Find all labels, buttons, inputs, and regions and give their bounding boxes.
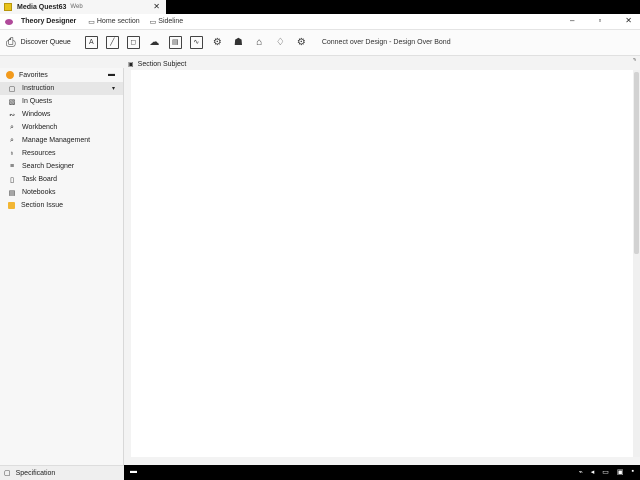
file-icon: ▢ xyxy=(8,85,16,93)
text-tool-icon[interactable]: A xyxy=(84,36,98,49)
sidebar-footer-label: Specification xyxy=(15,469,56,477)
close-window-icon[interactable]: ✕ xyxy=(625,16,632,25)
sidebar-item-section-issue[interactable]: Section Issue xyxy=(0,199,123,212)
spec-icon: ▢ xyxy=(4,470,11,477)
menu-item-label: Sideline xyxy=(158,18,184,25)
sidebar-item-label: In Quests xyxy=(22,98,52,105)
sidebar-item-label: Search Designer xyxy=(22,163,75,170)
settings-icon[interactable]: ⚙ xyxy=(295,36,308,49)
sidebar-item-label: Windows xyxy=(22,111,51,118)
main-pane-header: ▣ Section Subject ⌝ xyxy=(124,58,640,70)
toolbar: ⎙ Discover Queue A ╱ ◻ ☁ ▤ ∿ ⚙ ☗ ⌂ ♢ ⚙ C… xyxy=(0,30,640,56)
sidebar-item-workbench[interactable]: ⌕ Workbench xyxy=(0,121,123,134)
chevron-down-icon[interactable]: ▾ xyxy=(112,85,115,92)
volume-icon[interactable]: ◂ xyxy=(591,468,595,476)
line-tool-icon[interactable]: ╱ xyxy=(105,36,119,49)
main-pane-title: Section Subject xyxy=(137,60,187,68)
clipboard-icon[interactable]: ▤ xyxy=(168,36,182,49)
sidebar-item-label: Section Issue xyxy=(21,202,64,209)
pane-menu-icon[interactable]: ⌝ xyxy=(633,58,636,66)
menu-item-label: Home section xyxy=(96,18,140,25)
network-icon[interactable]: ⌁ xyxy=(579,468,583,476)
favorites-icon xyxy=(6,71,14,79)
vertical-scrollbar[interactable] xyxy=(633,70,640,457)
tab-subtitle: Web xyxy=(70,4,83,10)
sidebar-item-search-designer[interactable]: ≡ Search Designer xyxy=(0,160,123,173)
close-tab-icon[interactable]: ✕ xyxy=(153,2,160,11)
start-icon[interactable]: ▬ xyxy=(130,468,137,475)
window-icon: ▭ xyxy=(88,18,95,26)
user-icon[interactable]: ☗ xyxy=(232,36,245,49)
display-icon[interactable]: ▣ xyxy=(617,468,624,476)
sidebar-footer[interactable]: ▢ Specification xyxy=(0,465,124,480)
sidebar-item-label: Workbench xyxy=(22,124,58,131)
sidebar-item-resources[interactable]: ♁ Resources xyxy=(0,147,123,160)
main-content-area[interactable] xyxy=(131,70,633,457)
maximize-icon[interactable]: ▫ xyxy=(598,16,601,25)
wave-icon[interactable]: ∿ xyxy=(189,36,203,49)
discover-queue-label: Discover Queue xyxy=(20,39,71,46)
bars-icon: ≡ xyxy=(9,163,15,170)
window-icon: ▭ xyxy=(149,18,157,26)
folder-icon xyxy=(8,202,15,209)
sidebar-item-notebooks[interactable]: ▤ Notebooks xyxy=(0,186,123,199)
shape-tool-icon[interactable]: ◻ xyxy=(126,36,140,49)
app-menubar: Theory Designer ▭ Home section ▭ Sidelin… xyxy=(0,14,640,30)
system-tray: ⌁ ◂ ▭ ▣ ▪ xyxy=(579,468,634,476)
window-controls: – ▫ ✕ xyxy=(570,16,632,25)
link-icon: ∾ xyxy=(9,111,15,119)
doc-icon: ▯ xyxy=(10,176,14,184)
app-name: Theory Designer xyxy=(21,18,77,25)
image-icon: ▧ xyxy=(8,98,16,106)
tab-title: Media Quest63 xyxy=(17,3,67,11)
search-icon: ⌕ xyxy=(10,123,14,131)
bell-icon: ♁ xyxy=(9,150,15,157)
gear-badge-icon[interactable]: ⚙ xyxy=(211,36,224,49)
sidebar-header[interactable]: Favorites ▬ xyxy=(0,68,123,82)
search-icon: ⌕ xyxy=(10,136,14,144)
sidebar-item-in-quests[interactable]: ▧ In Quests xyxy=(0,95,123,108)
pane-icon: ▣ xyxy=(128,61,134,68)
menu-item-sideline[interactable]: ▭ Sideline xyxy=(150,18,184,26)
sidebar-item-label: Resources xyxy=(22,150,56,157)
title-bar: Media Quest63 Web ✕ xyxy=(0,0,640,14)
cloud-icon[interactable]: ☁ xyxy=(148,36,161,49)
sidebar-item-windows[interactable]: ∾ Windows xyxy=(0,108,123,121)
browser-tab[interactable]: Media Quest63 Web ✕ xyxy=(0,0,166,14)
minimize-icon[interactable]: – xyxy=(570,16,574,25)
sidebar-item-task-board[interactable]: ▯ Task Board xyxy=(0,173,123,186)
sidebar-item-label: Notebooks xyxy=(22,189,56,196)
sidebar: Favorites ▬ ▢ Instruction ▾ ▧ In Quests … xyxy=(0,68,124,465)
book-icon: ▤ xyxy=(8,189,16,197)
sidebar-item-instruction[interactable]: ▢ Instruction ▾ xyxy=(0,82,123,95)
menu-item-home[interactable]: ▭ Home section xyxy=(88,18,139,26)
sidebar-item-label: Task Board xyxy=(22,176,58,183)
tab-favicon-icon xyxy=(4,3,12,11)
sidebar-item-management[interactable]: ⌕ Manage Management xyxy=(0,134,123,147)
sidebar-item-label: Instruction xyxy=(22,85,55,92)
collapse-icon[interactable]: ▬ xyxy=(108,71,115,78)
toolbar-status-text: Connect over Design - Design Over Bond xyxy=(321,39,451,46)
bag-icon[interactable]: ♢ xyxy=(274,36,287,49)
scrollbar-thumb[interactable] xyxy=(634,72,639,254)
hat-icon[interactable]: ⌂ xyxy=(253,36,266,49)
notification-icon[interactable]: ▪ xyxy=(632,468,634,476)
app-logo-icon xyxy=(5,18,13,25)
printer-icon: ⎙ xyxy=(6,35,16,49)
taskbar: ▬ ⌁ ◂ ▭ ▣ ▪ xyxy=(124,465,640,480)
battery-icon[interactable]: ▭ xyxy=(602,468,609,476)
discover-queue-button[interactable]: ⎙ Discover Queue xyxy=(6,35,71,50)
sidebar-item-label: Manage Management xyxy=(22,137,91,144)
sidebar-header-label: Favorites xyxy=(19,71,48,79)
